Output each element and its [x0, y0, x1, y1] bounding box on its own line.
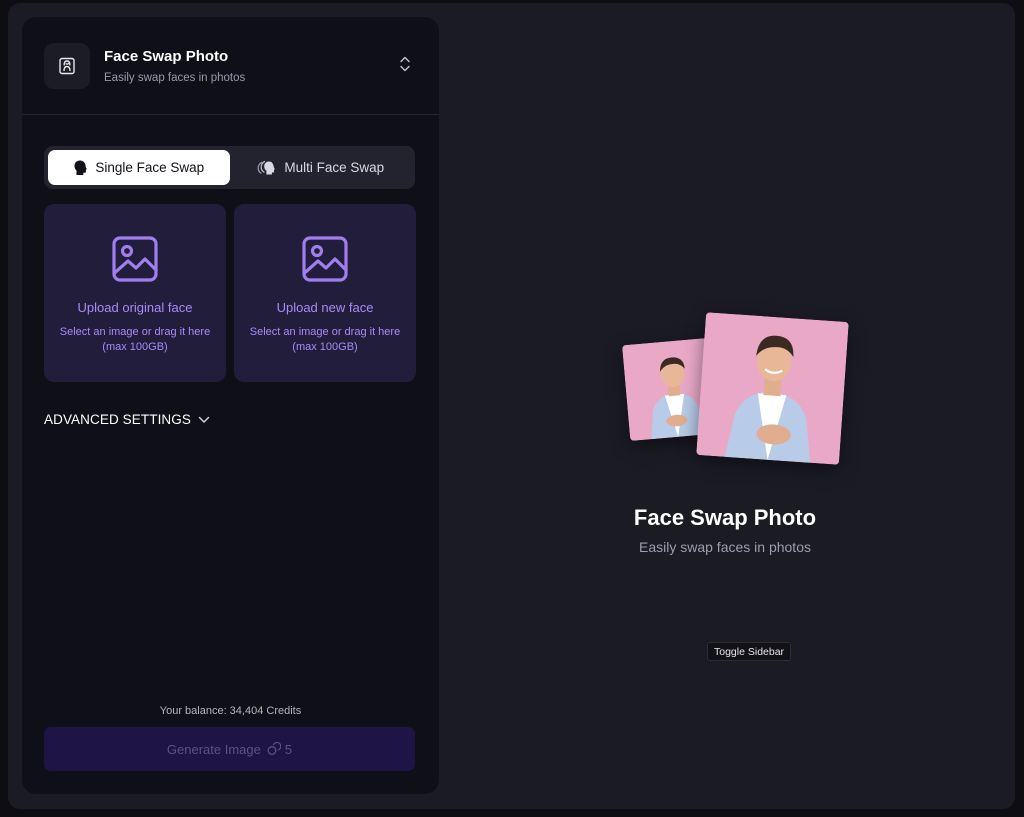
upload-original-face[interactable]: Upload original face Select an image or … [44, 204, 226, 382]
upload-title: Upload new face [276, 300, 374, 315]
upload-description: Select an image or drag it here (max 100… [242, 325, 408, 355]
advanced-settings-toggle[interactable]: ADVANCED SETTINGS [44, 412, 210, 427]
upload-title: Upload original face [77, 300, 193, 315]
image-icon [112, 236, 158, 282]
generate-label: Generate Image [166, 741, 261, 757]
preview-subtitle: Easily swap faces in photos [639, 539, 811, 555]
generate-image-button[interactable]: Generate Image 5 [44, 727, 415, 771]
sidebar: Face Swap Photo Easily swap faces in pho… [22, 17, 439, 794]
tab-multi-face-swap[interactable]: Multi Face Swap [230, 150, 412, 185]
credit-balance: Your balance: 34,404 Credits [159, 705, 302, 717]
single-face-icon [74, 160, 88, 175]
chevron-up-down-icon[interactable] [393, 52, 417, 76]
tool-header: Face Swap Photo Easily swap faces in pho… [22, 17, 439, 115]
toggle-sidebar-tooltip: Toggle Sidebar [707, 642, 792, 661]
tool-subtitle: Easily swap faces in photos [104, 71, 246, 84]
generate-cost: 5 [284, 741, 293, 757]
upload-limit: (max 100GB) [102, 341, 168, 353]
credits-icon [267, 742, 281, 756]
tab-single-face-swap[interactable]: Single Face Swap [48, 150, 230, 185]
preview-title: Face Swap Photo [633, 505, 817, 530]
advanced-settings-label: ADVANCED SETTINGS [44, 412, 191, 427]
face-swap-icon [44, 42, 90, 89]
upload-hint: Select an image or drag it here [59, 326, 211, 338]
tool-title: Face Swap Photo [104, 47, 229, 65]
image-icon [302, 236, 348, 282]
upload-limit: (max 100GB) [292, 341, 358, 353]
upload-hint: Select an image or drag it here [249, 326, 401, 338]
tab-label: Single Face Swap [95, 160, 205, 175]
upload-new-face[interactable]: Upload new face Select an image or drag … [234, 204, 416, 382]
multi-face-icon [257, 160, 276, 174]
chevron-down-icon [198, 416, 210, 423]
tab-label: Multi Face Swap [284, 160, 385, 175]
mode-tabs: Single Face Swap Multi Face Swap [44, 146, 415, 189]
sample-photo-large [696, 312, 849, 465]
upload-description: Select an image or drag it here (max 100… [52, 325, 218, 355]
